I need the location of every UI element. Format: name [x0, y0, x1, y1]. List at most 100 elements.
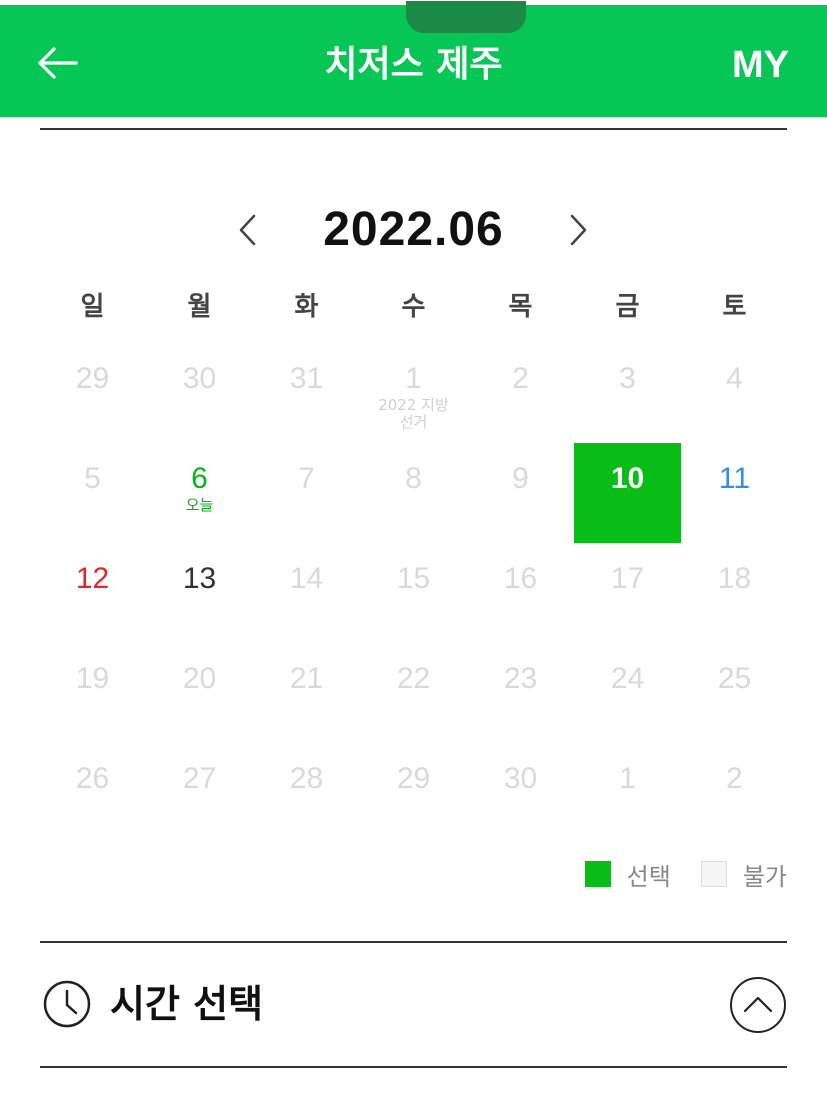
day-note: 오늘 [185, 496, 214, 514]
weekday-sat: 토 [722, 292, 747, 322]
calendar-day: 5 [39, 443, 146, 543]
day-number: 12 [75, 562, 110, 595]
legend-selected-label: 선택 [626, 862, 671, 891]
calendar-day: 24 [574, 643, 681, 743]
day-number: 15 [396, 562, 431, 595]
time-section-toggle-button[interactable] [729, 976, 787, 1034]
calendar-day: 7 [253, 443, 360, 543]
calendar-day: 25 [681, 643, 788, 743]
day-number: 21 [289, 662, 324, 695]
calendar-day: 18 [681, 543, 788, 643]
top-divider [40, 128, 787, 130]
day-number: 1 [405, 362, 422, 395]
day-number: 27 [182, 762, 217, 795]
calendar-day: 28 [253, 743, 360, 843]
calendar-day: 30 [146, 343, 253, 443]
day-number: 25 [717, 662, 752, 695]
month-label: 2022.06 [323, 203, 504, 256]
day-number: 18 [717, 562, 752, 595]
day-number: 1 [619, 762, 636, 795]
legend-unavailable-swatch [700, 861, 727, 887]
day-number: 17 [610, 562, 645, 595]
legend-selected-swatch [584, 861, 611, 887]
calendar-day: 15 [360, 543, 467, 643]
calendar-day: 31 [253, 343, 360, 443]
chevron-up-icon [730, 977, 786, 1033]
weekday-tue: 화 [294, 292, 319, 322]
calendar-day-today[interactable]: 6 오늘 [146, 443, 253, 543]
chevron-right-icon [570, 214, 587, 246]
day-number: 16 [503, 562, 538, 595]
day-number: 2 [512, 362, 529, 395]
weekday-wed: 수 [401, 292, 426, 322]
bottom-divider [40, 1066, 787, 1068]
legend-unavailable-label: 불가 [742, 862, 787, 891]
day-number: 30 [503, 762, 538, 795]
day-number: 2 [726, 762, 743, 795]
legend: 선택 불가 [584, 856, 787, 892]
page-title: 치저스 제주 [324, 44, 503, 85]
calendar-day: 30 [467, 743, 574, 843]
calendar-day: 3 [574, 343, 681, 443]
day-number: 31 [289, 362, 324, 395]
day-number: 9 [512, 462, 529, 495]
calendar-day: 20 [146, 643, 253, 743]
my-page-button[interactable]: MY [732, 39, 789, 91]
calendar-day: 19 [39, 643, 146, 743]
status-notch [406, 1, 526, 33]
day-note: 2022 지방 선거 [378, 396, 449, 431]
day-number: 29 [396, 762, 431, 795]
calendar-day: 16 [467, 543, 574, 643]
calendar-day: 4 [681, 343, 788, 443]
calendar-day: 14 [253, 543, 360, 643]
calendar-day: 1 2022 지방 선거 [360, 343, 467, 443]
day-number: 22 [396, 662, 431, 695]
weekday-header: 일 월 화 수 목 금 토 [39, 284, 788, 330]
day-number: 13 [182, 562, 217, 595]
day-number: 29 [75, 362, 110, 395]
calendar-day: 26 [39, 743, 146, 843]
clock-icon [43, 980, 91, 1028]
weekday-thu: 목 [508, 292, 533, 322]
weekday-mon: 월 [187, 292, 212, 322]
calendar-day: 2 [681, 743, 788, 843]
day-number: 23 [503, 662, 538, 695]
day-number: 6 [191, 462, 208, 495]
app-header: 치저스 제주 MY [0, 1, 827, 117]
weekday-fri: 금 [615, 292, 640, 322]
day-number: 10 [610, 462, 645, 495]
month-navigator: 2022.06 [0, 196, 827, 266]
calendar-day: 29 [39, 343, 146, 443]
calendar-day: 8 [360, 443, 467, 543]
day-number: 20 [182, 662, 217, 695]
next-month-button[interactable] [566, 212, 590, 248]
day-number: 11 [718, 462, 751, 495]
weekday-sun: 일 [80, 292, 105, 322]
calendar-day: 29 [360, 743, 467, 843]
calendar-day: 27 [146, 743, 253, 843]
calendar-day: 21 [253, 643, 360, 743]
calendar-day: 1 [574, 743, 681, 843]
day-number: 28 [289, 762, 324, 795]
calendar-day[interactable]: 11 [681, 443, 788, 543]
time-select-title: 시간 선택 [110, 982, 264, 1026]
calendar-day: 9 [467, 443, 574, 543]
day-number: 7 [298, 462, 315, 495]
day-number: 8 [405, 462, 422, 495]
day-number: 14 [289, 562, 324, 595]
calendar-day: 23 [467, 643, 574, 743]
day-number: 3 [619, 362, 636, 395]
calendar-grid: 29 30 31 1 2022 지방 선거 2 3 4 5 6 오늘 7 8 9 10 11 12 13 14 15 1… [39, 343, 788, 843]
day-number: 30 [182, 362, 217, 395]
calendar-day-selected[interactable]: 10 [574, 443, 681, 543]
day-number: 19 [75, 662, 110, 695]
time-select-section[interactable]: 시간 선택 [40, 943, 787, 1067]
day-number: 26 [75, 762, 110, 795]
calendar-day[interactable]: 12 [39, 543, 146, 643]
day-number: 24 [610, 662, 645, 695]
calendar-day: 2 [467, 343, 574, 443]
day-number: 5 [84, 462, 101, 495]
calendar-day[interactable]: 13 [146, 543, 253, 643]
day-number: 4 [726, 362, 743, 395]
calendar-day: 22 [360, 643, 467, 743]
